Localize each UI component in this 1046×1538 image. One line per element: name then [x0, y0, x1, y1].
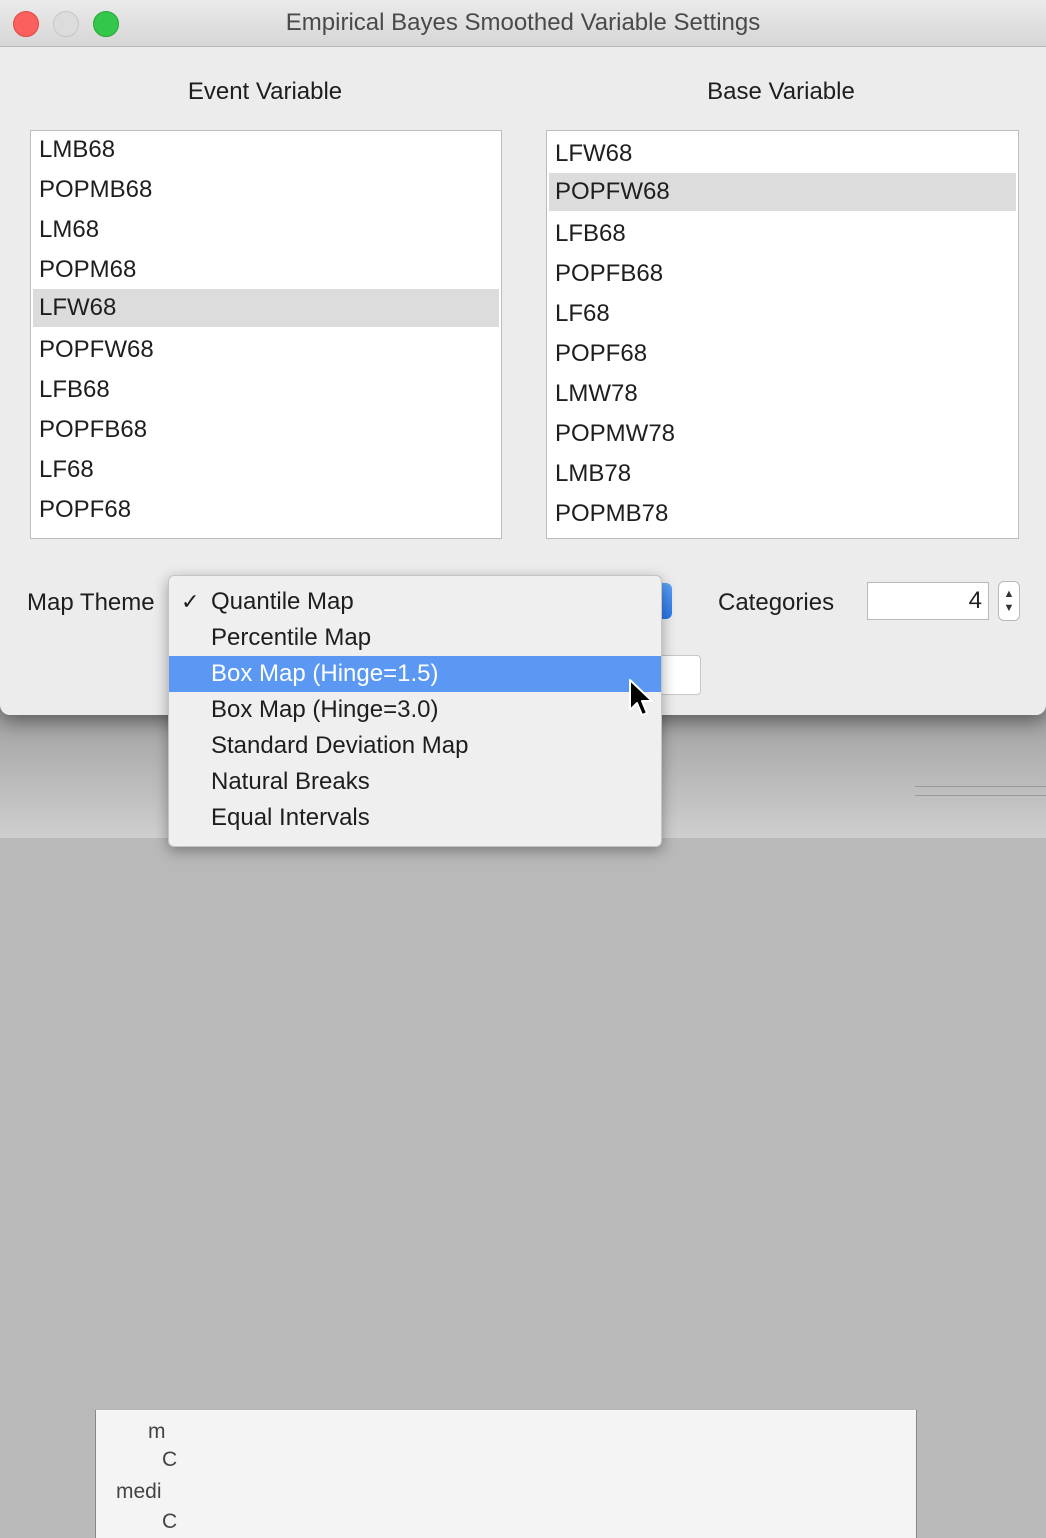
categories-label: Categories [718, 589, 835, 616]
categories-input[interactable] [867, 582, 989, 620]
background-text: C [162, 1448, 178, 1471]
list-item[interactable]: POPFB68 [549, 255, 1016, 293]
list-item[interactable]: LMB78 [549, 455, 1016, 493]
base-variable-label: Base Variable [707, 78, 855, 105]
list-item[interactable]: LFW68 [549, 135, 1016, 173]
list-item[interactable]: LMW78 [549, 375, 1016, 413]
list-item[interactable]: POPMW78 [549, 415, 1016, 453]
map-theme-dropdown-menu: ✓ Quantile Map Percentile Map Box Map (H… [168, 575, 662, 847]
list-item[interactable]: LF68 [549, 295, 1016, 333]
list-item[interactable]: LFB68 [33, 371, 499, 409]
list-item[interactable]: POPMB68 [33, 171, 499, 209]
window-title: Empirical Bayes Smoothed Variable Settin… [285, 9, 761, 36]
background-text: C [162, 1510, 178, 1533]
menu-item-equal-intervals[interactable]: Equal Intervals [169, 800, 661, 836]
menu-item-label: Percentile Map [211, 624, 372, 651]
background-text: m [148, 1420, 166, 1443]
menu-item-label: Equal Intervals [211, 804, 370, 831]
menu-item-label: Natural Breaks [211, 768, 370, 795]
background-text: medi [116, 1480, 162, 1503]
base-variable-list[interactable]: LFW68 POPFW68 LFB68 POPFB68 LF68 POPF68 … [546, 130, 1019, 539]
event-variable-label: Event Variable [187, 78, 343, 105]
list-item[interactable]: POPMB78 [549, 495, 1016, 533]
menu-item-box-map-hinge-3-0[interactable]: Box Map (Hinge=3.0) [169, 692, 661, 728]
list-item-selected[interactable]: LFW68 [33, 289, 499, 327]
background-divider [915, 795, 1046, 796]
list-item[interactable]: POPM68 [33, 251, 499, 289]
categories-stepper[interactable]: ▲ ▼ [998, 581, 1020, 621]
list-item-selected[interactable]: POPFW68 [549, 173, 1016, 211]
background-divider [915, 786, 1046, 787]
event-variable-list[interactable]: LMB68 POPMB68 LM68 POPM68 LFW68 POPFW68 … [30, 130, 502, 539]
list-item[interactable]: POPFB68 [33, 411, 499, 449]
list-item[interactable]: LF68 [33, 451, 499, 489]
menu-item-label: Box Map (Hinge=1.5) [211, 660, 439, 687]
map-theme-label: Map Theme [27, 589, 155, 616]
list-item[interactable]: POPFW68 [33, 331, 499, 369]
menu-item-standard-deviation-map[interactable]: Standard Deviation Map [169, 728, 661, 764]
menu-item-quantile-map[interactable]: ✓ Quantile Map [169, 584, 661, 620]
list-item[interactable]: LM68 [33, 211, 499, 249]
menu-item-natural-breaks[interactable]: Natural Breaks [169, 764, 661, 800]
chevron-down-icon[interactable]: ▼ [1004, 601, 1015, 615]
mouse-pointer-icon [629, 679, 653, 716]
list-item[interactable]: LMB68 [33, 131, 499, 169]
menu-item-label: Box Map (Hinge=3.0) [211, 696, 439, 723]
menu-item-box-map-hinge-1-5[interactable]: Box Map (Hinge=1.5) [169, 656, 661, 692]
list-item[interactable]: POPF68 [33, 491, 499, 529]
background-panel: m C medi C [95, 1410, 917, 1538]
title-bar: Empirical Bayes Smoothed Variable Settin… [0, 0, 1046, 47]
menu-item-label: Quantile Map [211, 588, 354, 615]
menu-item-percentile-map[interactable]: Percentile Map [169, 620, 661, 656]
checkmark-icon: ✓ [181, 589, 200, 614]
menu-item-label: Standard Deviation Map [211, 732, 469, 759]
list-item[interactable]: LFB68 [549, 215, 1016, 253]
chevron-up-icon[interactable]: ▲ [1004, 587, 1015, 601]
list-item[interactable]: POPF68 [549, 335, 1016, 373]
